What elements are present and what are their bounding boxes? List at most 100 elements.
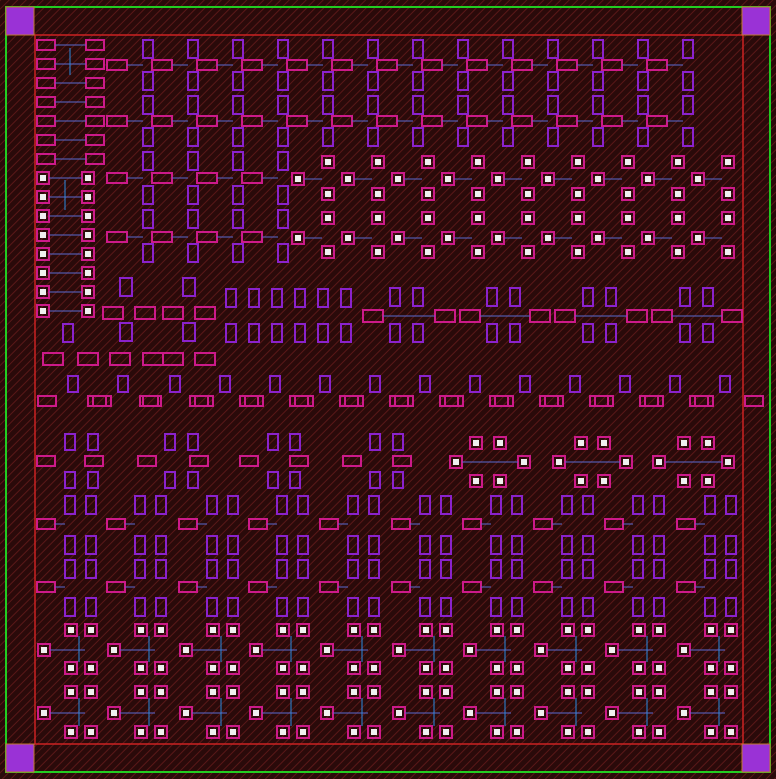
contact-core bbox=[645, 235, 651, 241]
contact-core bbox=[601, 478, 607, 484]
contact-core bbox=[467, 710, 473, 716]
contact-core bbox=[595, 235, 601, 241]
contact-core bbox=[494, 627, 500, 633]
contact-core bbox=[88, 689, 94, 695]
contact-core bbox=[585, 627, 591, 633]
contact-core bbox=[585, 689, 591, 695]
contact-core bbox=[425, 249, 431, 255]
contact-core bbox=[85, 194, 91, 200]
contact-core bbox=[443, 627, 449, 633]
contact-core bbox=[325, 191, 331, 197]
contact-core bbox=[300, 665, 306, 671]
contact-core bbox=[556, 459, 562, 465]
contact-core bbox=[497, 478, 503, 484]
contact-core bbox=[210, 729, 216, 735]
contact-core bbox=[351, 665, 357, 671]
contact-core bbox=[595, 176, 601, 182]
contact-core bbox=[623, 459, 629, 465]
contact-core bbox=[625, 159, 631, 165]
contact-core bbox=[345, 176, 351, 182]
contact-core bbox=[656, 729, 662, 735]
contact-core bbox=[675, 249, 681, 255]
contact-core bbox=[68, 729, 74, 735]
contact-core bbox=[609, 710, 615, 716]
contact-core bbox=[445, 235, 451, 241]
contact-core bbox=[495, 176, 501, 182]
contact-core bbox=[467, 647, 473, 653]
contact-core bbox=[300, 689, 306, 695]
contact-core bbox=[230, 665, 236, 671]
contact-core bbox=[325, 159, 331, 165]
contact-core bbox=[280, 665, 286, 671]
contact-core bbox=[325, 215, 331, 221]
contact-core bbox=[514, 729, 520, 735]
contact-core bbox=[280, 689, 286, 695]
contact-core bbox=[521, 459, 527, 465]
contact-core bbox=[708, 729, 714, 735]
contact-core bbox=[578, 478, 584, 484]
contact-core bbox=[545, 235, 551, 241]
contact-core bbox=[636, 729, 642, 735]
contact-core bbox=[728, 665, 734, 671]
contact-core bbox=[351, 729, 357, 735]
contact-core bbox=[475, 191, 481, 197]
contact-core bbox=[675, 215, 681, 221]
contact-core bbox=[88, 729, 94, 735]
contact-core bbox=[625, 215, 631, 221]
contact-core bbox=[705, 478, 711, 484]
contact-core bbox=[40, 232, 46, 238]
contact-core bbox=[68, 689, 74, 695]
contact-core bbox=[575, 159, 581, 165]
contact-core bbox=[695, 176, 701, 182]
contact-core bbox=[40, 213, 46, 219]
layout-canvas bbox=[0, 0, 776, 779]
contact-core bbox=[351, 627, 357, 633]
contact-core bbox=[453, 459, 459, 465]
contact-core bbox=[395, 235, 401, 241]
contact-core bbox=[40, 251, 46, 257]
contact-core bbox=[210, 689, 216, 695]
contact-core bbox=[351, 689, 357, 695]
contact-core bbox=[425, 191, 431, 197]
contact-core bbox=[525, 215, 531, 221]
contact-core bbox=[88, 627, 94, 633]
contact-core bbox=[41, 710, 47, 716]
contact-core bbox=[324, 710, 330, 716]
contact-core bbox=[111, 647, 117, 653]
contact-core bbox=[585, 665, 591, 671]
contact-core bbox=[497, 440, 503, 446]
contact-core bbox=[681, 440, 687, 446]
contact-core bbox=[40, 308, 46, 314]
contact-core bbox=[396, 647, 402, 653]
contact-core bbox=[40, 289, 46, 295]
contact-core bbox=[538, 710, 544, 716]
contact-core bbox=[443, 729, 449, 735]
contact-core bbox=[725, 459, 731, 465]
contact-core bbox=[85, 175, 91, 181]
contact-core bbox=[725, 191, 731, 197]
contact-core bbox=[425, 215, 431, 221]
contact-core bbox=[396, 710, 402, 716]
contact-core bbox=[253, 710, 259, 716]
contact-core bbox=[681, 647, 687, 653]
contact-core bbox=[85, 232, 91, 238]
contact-core bbox=[158, 729, 164, 735]
contact-core bbox=[565, 729, 571, 735]
contact-core bbox=[475, 215, 481, 221]
contact-core bbox=[675, 191, 681, 197]
contact-core bbox=[210, 627, 216, 633]
contact-core bbox=[514, 689, 520, 695]
contact-core bbox=[423, 627, 429, 633]
contact-core bbox=[371, 665, 377, 671]
contact-core bbox=[656, 459, 662, 465]
contact-core bbox=[345, 235, 351, 241]
contact-core bbox=[375, 249, 381, 255]
contact-core bbox=[494, 689, 500, 695]
contact-core bbox=[495, 235, 501, 241]
contact-core bbox=[545, 176, 551, 182]
contact-core bbox=[138, 729, 144, 735]
contact-core bbox=[375, 191, 381, 197]
contact-core bbox=[280, 627, 286, 633]
contact-core bbox=[183, 647, 189, 653]
contact-core bbox=[708, 665, 714, 671]
